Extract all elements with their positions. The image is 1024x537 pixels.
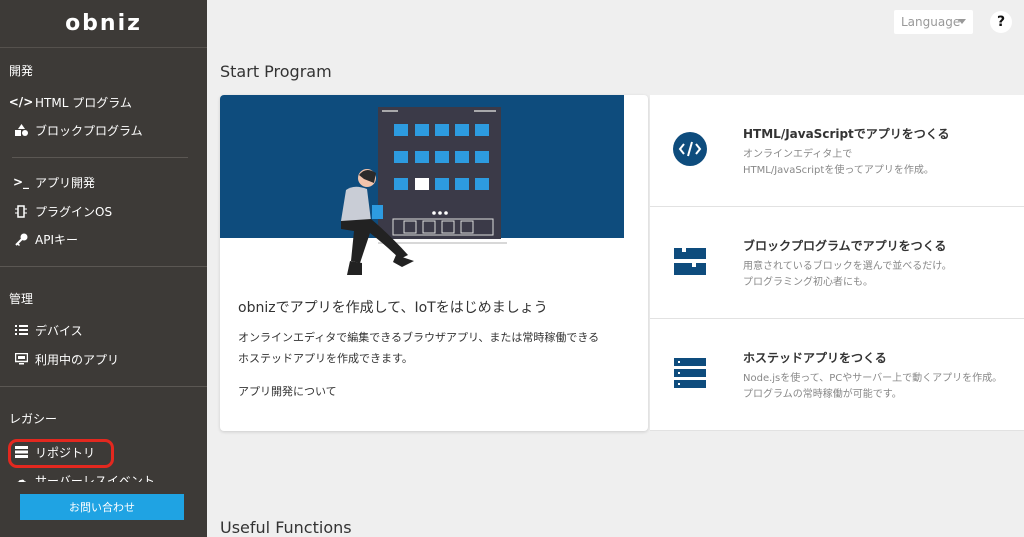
app-dev-about-link[interactable]: アプリ開発について xyxy=(238,383,337,399)
sidebar-item-label: HTML プログラム xyxy=(35,95,132,110)
section-title-dev: 開発 xyxy=(9,64,34,78)
divider xyxy=(0,266,207,267)
server-stack-icon xyxy=(674,358,706,388)
list-icon xyxy=(14,323,28,337)
terminal-icon: >_ xyxy=(12,175,30,189)
divider xyxy=(12,157,188,158)
obniz-logo[interactable]: obniz xyxy=(0,0,207,48)
sidebar-item-label: ブロックプログラム xyxy=(35,123,143,138)
highlight-annotation xyxy=(8,439,114,468)
sidebar-item-app-dev[interactable]: >_ アプリ開発 xyxy=(12,172,96,192)
caret-down-icon xyxy=(958,19,966,24)
option-desc-line: HTML/JavaScriptを使ってアプリを作成。 xyxy=(743,165,934,176)
sidebar-item-label: プラグインOS xyxy=(35,204,113,219)
sidebar-item-label: APIキー xyxy=(35,232,78,247)
card-heading: obnizでアプリを作成して、IoTをはじめましょう xyxy=(238,300,548,316)
option-title: HTML/JavaScriptでアプリをつくる xyxy=(743,127,950,141)
option-desc-line: Node.jsを使って、PCやサーバー上で動くアプリを作成。 xyxy=(743,373,1003,384)
sidebar-item-html-program[interactable]: </> HTML プログラム xyxy=(8,92,132,112)
sidebar: obniz 開発 </> HTML プログラム ブロックプログラム >_ アプリ… xyxy=(0,0,207,537)
useful-functions-title: Useful Functions xyxy=(220,518,352,537)
start-program-card[interactable]: obnizでアプリを作成して、IoTをはじめましょう オンラインエディタで編集で… xyxy=(220,95,648,431)
option-block-program[interactable]: ブロックプログラムでアプリをつくる 用意されているブロックを選んで並べるだけ。 … xyxy=(650,207,1024,319)
option-desc-line: オンラインエディタ上で xyxy=(743,149,853,160)
sidebar-item-block-program[interactable]: ブロックプログラム xyxy=(14,120,143,140)
sidebar-item-apps-in-use[interactable]: 利用中のアプリ xyxy=(14,349,119,369)
card-description: オンラインエディタで編集できるブラウザアプリ、または常時稼働できるホステッドアプ… xyxy=(238,331,600,365)
sidebar-item-api-key[interactable]: APIキー xyxy=(14,229,78,249)
language-label: Language xyxy=(901,15,961,29)
start-program-title: Start Program xyxy=(220,62,332,81)
contact-button[interactable]: お問い合わせ xyxy=(20,494,184,520)
start-options: HTML/JavaScriptでアプリをつくる オンラインエディタ上で HTML… xyxy=(650,95,1024,431)
shapes-icon xyxy=(14,123,28,137)
code-icon: </> xyxy=(8,95,34,109)
option-title: ブロックプログラムでアプリをつくる xyxy=(743,239,947,253)
blocks-icon xyxy=(674,248,706,275)
option-description: オンラインエディタ上で HTML/JavaScriptを使ってアプリを作成。 xyxy=(743,147,934,179)
option-desc-line: 用意されているブロックを選んで並べるだけ。 xyxy=(743,261,952,272)
section-title-manage: 管理 xyxy=(9,292,34,306)
option-desc-line: プログラムの常時稼働が可能です。 xyxy=(743,389,902,400)
option-title: ホステッドアプリをつくる xyxy=(743,351,887,365)
sidebar-item-devices[interactable]: デバイス xyxy=(14,320,83,340)
code-circle-icon xyxy=(673,132,707,166)
sidebar-item-label: 利用中のアプリ xyxy=(35,352,120,367)
option-hosted-app[interactable]: ホステッドアプリをつくる Node.jsを使って、PCやサーバー上で動くアプリを… xyxy=(650,319,1024,431)
chip-icon xyxy=(14,204,28,218)
option-description: 用意されているブロックを選んで並べるだけ。 プログラミング初心者にも。 xyxy=(743,259,952,291)
monitor-icon xyxy=(14,352,28,366)
sidebar-item-plugin-os[interactable]: プラグインOS xyxy=(14,201,112,221)
divider xyxy=(0,386,207,387)
option-desc-line: プログラミング初心者にも。 xyxy=(743,277,873,288)
option-description: Node.jsを使って、PCやサーバー上で動くアプリを作成。 プログラムの常時稼… xyxy=(743,371,1002,403)
option-html-javascript[interactable]: HTML/JavaScriptでアプリをつくる オンラインエディタ上で HTML… xyxy=(650,95,1024,207)
sidebar-item-label: デバイス xyxy=(35,323,83,338)
help-button[interactable]: ? xyxy=(990,11,1012,33)
sidebar-item-label: アプリ開発 xyxy=(35,175,96,190)
language-select[interactable]: Language xyxy=(894,10,973,34)
logo-text: obniz xyxy=(65,11,142,36)
key-icon xyxy=(14,232,28,246)
developer-illustration xyxy=(341,107,507,275)
section-title-legacy: レガシー xyxy=(9,412,58,426)
